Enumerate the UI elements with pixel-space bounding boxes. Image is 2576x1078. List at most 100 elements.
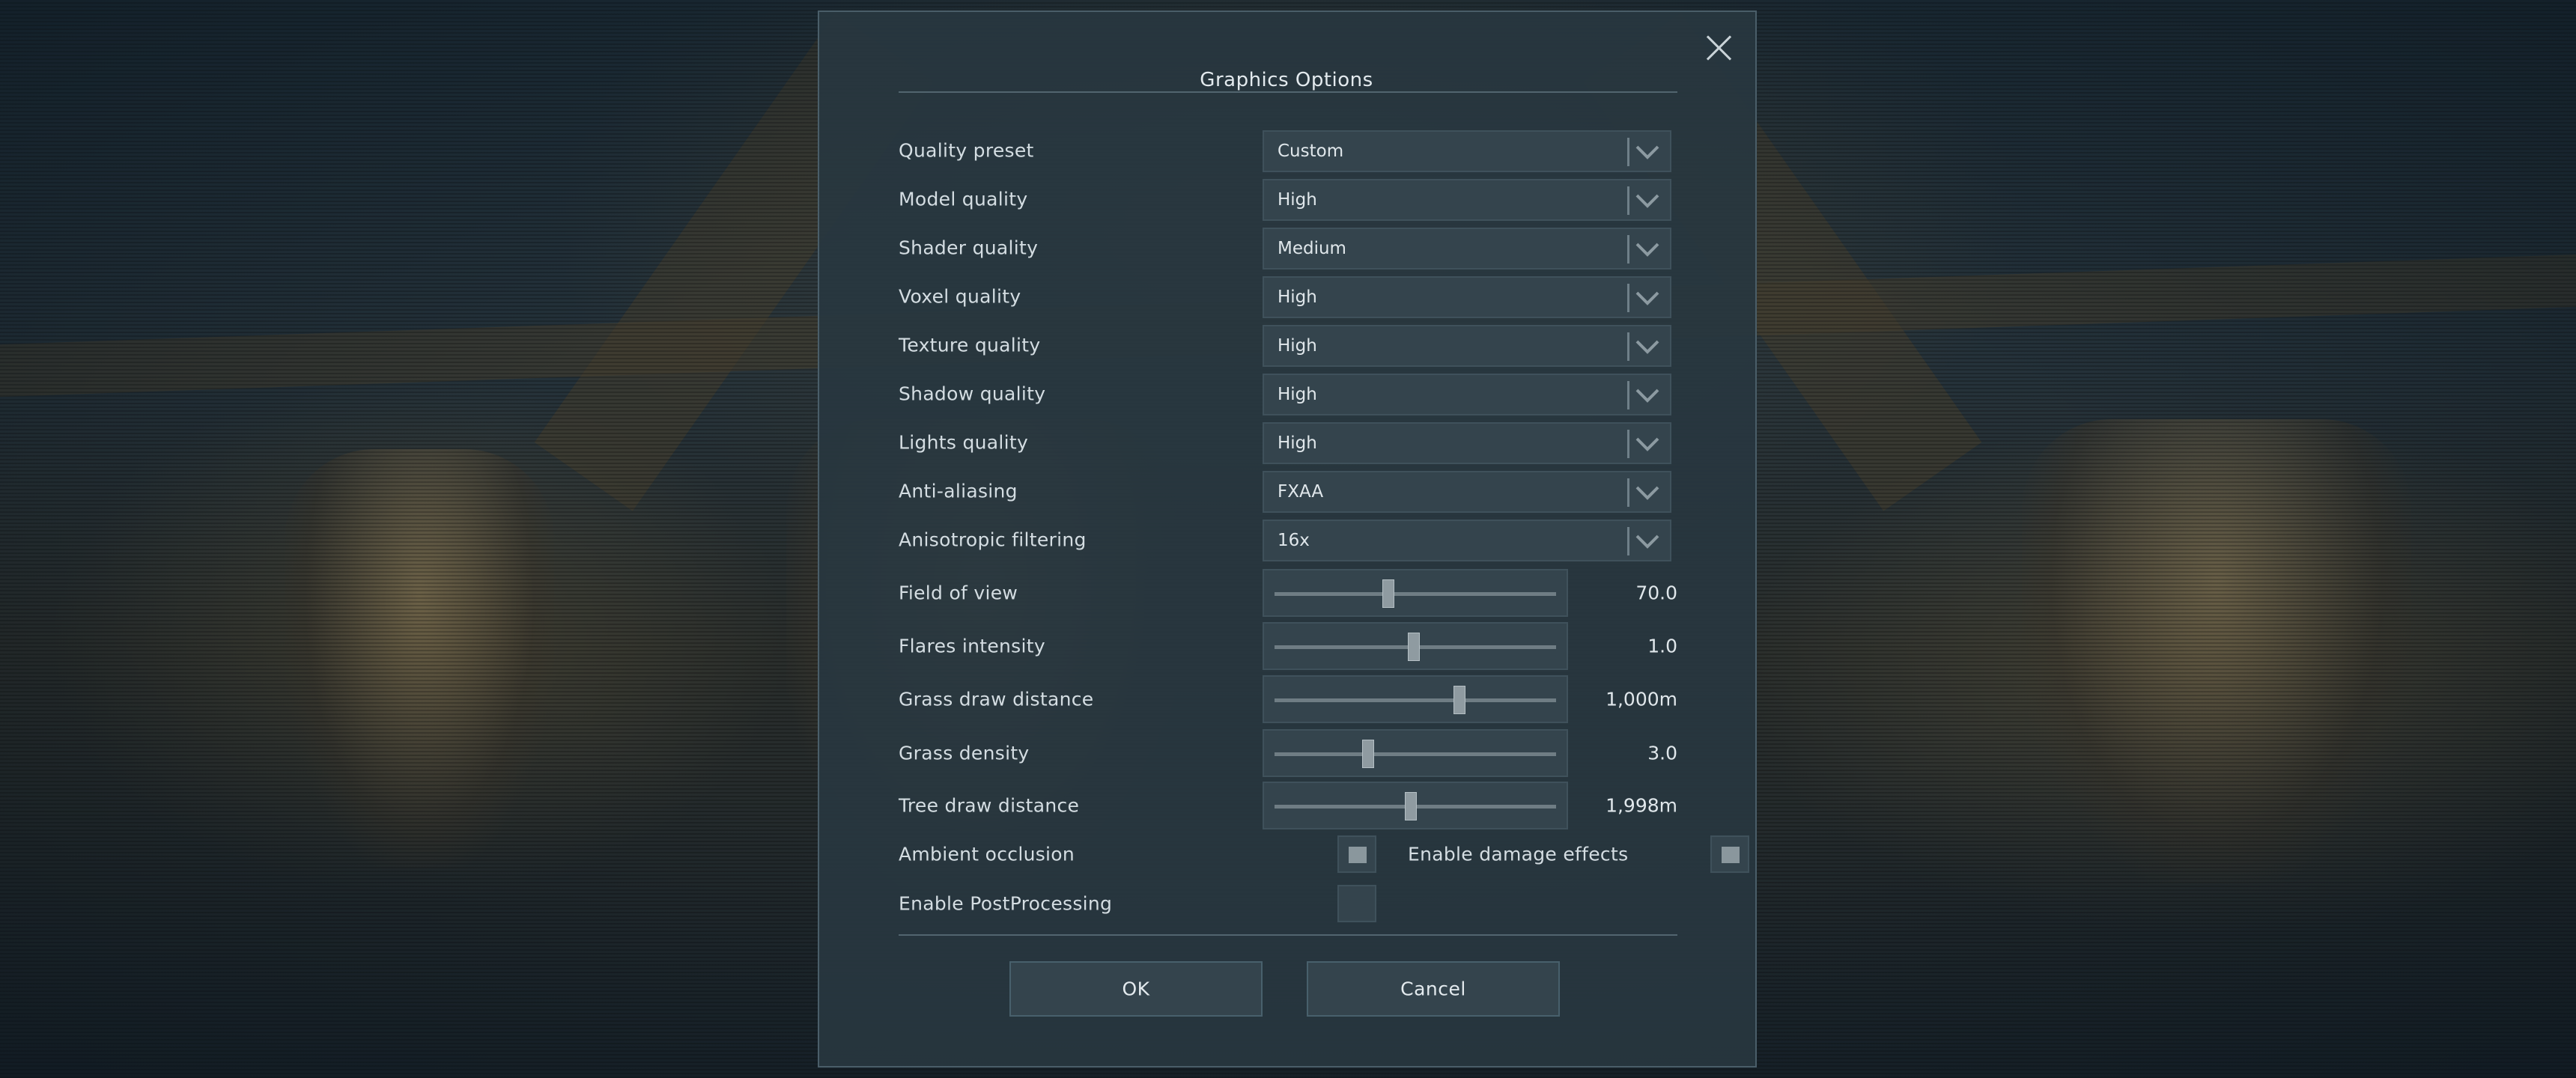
- damage-effects-checkbox[interactable]: [1710, 835, 1749, 873]
- dropdown-value: High: [1278, 433, 1317, 453]
- dropdown-select[interactable]: Custom: [1263, 130, 1671, 172]
- dropdown-select[interactable]: FXAA: [1263, 471, 1671, 513]
- dropdown-row: Texture quality High: [899, 323, 1677, 367]
- slider-thumb[interactable]: [1405, 792, 1418, 820]
- dropdown-label: Model quality: [899, 188, 1028, 210]
- footer-divider: [899, 934, 1677, 936]
- background-astronaut: [2022, 419, 2411, 883]
- post-processing-row: Enable PostProcessing: [899, 882, 1677, 925]
- dialog-title: Graphics Options: [1200, 69, 1373, 91]
- dropdown-value: Medium: [1278, 239, 1346, 258]
- dropdown-separator: [1627, 332, 1629, 361]
- slider[interactable]: [1263, 569, 1568, 617]
- chevron-down-icon: [1632, 186, 1662, 215]
- dropdown-value: 16x: [1278, 531, 1310, 550]
- post-processing-checkbox[interactable]: [1337, 885, 1376, 922]
- slider-label: Grass draw distance: [899, 688, 1094, 710]
- ambient-occlusion-label: Ambient occlusion: [899, 843, 1075, 865]
- dropdown-select[interactable]: High: [1263, 374, 1671, 415]
- dropdown-row: Anisotropic filtering 16x: [899, 518, 1677, 561]
- checkbox-check: [1349, 847, 1367, 863]
- dropdown-value: High: [1278, 336, 1317, 356]
- dropdown-separator: [1627, 381, 1629, 409]
- slider-label: Field of view: [899, 582, 1018, 604]
- close-icon[interactable]: [1700, 28, 1739, 67]
- dropdown-row: Shadow quality High: [899, 372, 1677, 415]
- slider-row: Grass density 3.0: [899, 729, 1677, 777]
- ok-button-label: OK: [1122, 978, 1150, 1000]
- post-processing-label: Enable PostProcessing: [899, 892, 1113, 915]
- slider-thumb[interactable]: [1382, 579, 1394, 608]
- dropdown-select[interactable]: 16x: [1263, 520, 1671, 561]
- ambient-occlusion-checkbox[interactable]: [1337, 835, 1376, 873]
- slider-label: Tree draw distance: [899, 794, 1080, 817]
- slider-thumb[interactable]: [1408, 633, 1421, 661]
- dropdown-separator: [1627, 527, 1629, 555]
- dropdown-value: High: [1278, 287, 1317, 307]
- slider-label: Flares intensity: [899, 635, 1045, 657]
- slider-label: Grass density: [899, 742, 1030, 764]
- dropdown-select[interactable]: High: [1263, 179, 1671, 221]
- dropdown-value: High: [1278, 190, 1317, 210]
- dropdown-select[interactable]: Medium: [1263, 228, 1671, 270]
- title-divider: [899, 91, 1677, 93]
- slider-track: [1275, 592, 1556, 596]
- dropdown-label: Lights quality: [899, 431, 1029, 454]
- slider-thumb[interactable]: [1453, 686, 1465, 714]
- chevron-down-icon: [1632, 527, 1662, 555]
- dropdown-row: Voxel quality High: [899, 275, 1677, 318]
- slider-track: [1275, 698, 1556, 702]
- dropdown-value: High: [1278, 385, 1317, 404]
- chevron-down-icon: [1632, 235, 1662, 264]
- chevron-down-icon: [1632, 284, 1662, 312]
- dropdown-label: Anisotropic filtering: [899, 529, 1087, 551]
- dropdown-row: Shader quality Medium: [899, 226, 1677, 270]
- dropdown-value: FXAA: [1278, 482, 1324, 502]
- chevron-down-icon: [1632, 430, 1662, 458]
- cancel-button[interactable]: Cancel: [1307, 961, 1560, 1017]
- slider-value: 70.0: [1635, 582, 1677, 604]
- dropdown-select[interactable]: High: [1263, 325, 1671, 367]
- slider-row: Tree draw distance 1,998m: [899, 782, 1677, 829]
- chevron-down-icon: [1632, 138, 1662, 166]
- dropdown-separator: [1627, 235, 1629, 264]
- slider[interactable]: [1263, 729, 1568, 777]
- ok-button[interactable]: OK: [1009, 961, 1263, 1017]
- slider-value: 1.0: [1647, 635, 1677, 657]
- slider[interactable]: [1263, 622, 1568, 670]
- dropdown-select[interactable]: High: [1263, 276, 1671, 318]
- ambient-occlusion-row: Ambient occlusion Enable damage effects: [899, 832, 1749, 876]
- dropdown-label: Texture quality: [899, 334, 1041, 356]
- dropdown-separator: [1627, 284, 1629, 312]
- dropdown-value: Custom: [1278, 141, 1344, 161]
- dropdown-row: Anti-aliasing FXAA: [899, 469, 1677, 513]
- slider-row: Grass draw distance 1,000m: [899, 675, 1677, 723]
- damage-effects-label: Enable damage effects: [1408, 843, 1629, 865]
- cancel-button-label: Cancel: [1400, 978, 1466, 1000]
- dropdown-row: Quality preset Custom: [899, 129, 1677, 172]
- slider-value: 1,998m: [1606, 794, 1677, 817]
- dropdown-row: Model quality High: [899, 177, 1677, 221]
- dropdown-select[interactable]: High: [1263, 422, 1671, 464]
- dropdown-label: Anti-aliasing: [899, 480, 1018, 502]
- dropdown-label: Shader quality: [899, 237, 1039, 259]
- slider-track: [1275, 752, 1556, 756]
- dropdown-separator: [1627, 478, 1629, 507]
- dropdown-separator: [1627, 138, 1629, 166]
- chevron-down-icon: [1632, 332, 1662, 361]
- slider[interactable]: [1263, 782, 1568, 829]
- dropdown-label: Quality preset: [899, 139, 1034, 162]
- dropdown-separator: [1627, 430, 1629, 458]
- slider[interactable]: [1263, 675, 1568, 723]
- dropdown-row: Lights quality High: [899, 421, 1677, 464]
- slider-thumb[interactable]: [1362, 740, 1375, 768]
- slider-row: Flares intensity 1.0: [899, 622, 1677, 670]
- chevron-down-icon: [1632, 478, 1662, 507]
- chevron-down-icon: [1632, 381, 1662, 409]
- graphics-options-dialog: Graphics Options Quality preset Custom Mod…: [818, 10, 1757, 1068]
- dropdown-label: Shadow quality: [899, 383, 1046, 405]
- slider-row: Field of view 70.0: [899, 569, 1677, 617]
- dropdown-label: Voxel quality: [899, 285, 1021, 308]
- checkbox-check: [1722, 847, 1740, 863]
- dropdown-separator: [1627, 186, 1629, 215]
